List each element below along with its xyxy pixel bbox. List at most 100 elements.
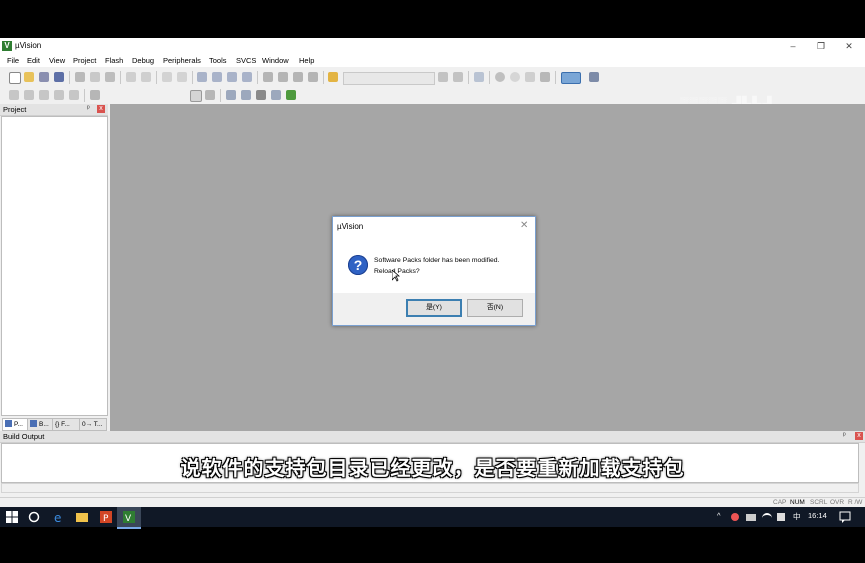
- nav-forward-icon[interactable]: [177, 72, 187, 82]
- menu-svcs[interactable]: SVCS: [236, 56, 256, 65]
- question-icon: ?: [348, 255, 368, 275]
- project-panel: Project ᵖ x P... B... {} F... 0→ T...: [0, 104, 108, 431]
- unindent-icon[interactable]: [278, 72, 288, 82]
- restore-button[interactable]: ❐: [808, 39, 834, 53]
- save-all-icon[interactable]: [54, 72, 64, 82]
- manage-run-time-icon[interactable]: [241, 90, 251, 100]
- batch-build-icon[interactable]: [54, 90, 64, 100]
- bookmark-next-icon[interactable]: [227, 72, 237, 82]
- dialog-close-button[interactable]: ✕: [520, 220, 528, 231]
- action-center-icon[interactable]: [838, 510, 852, 524]
- project-tab-icon: [5, 420, 12, 427]
- tray-app-icon[interactable]: [731, 513, 739, 521]
- build-output-title: Build Output: [3, 432, 45, 441]
- file-explorer-icon[interactable]: [75, 510, 89, 524]
- breakpoint-icon[interactable]: [495, 72, 505, 82]
- redo-icon[interactable]: [141, 72, 151, 82]
- copy-icon[interactable]: [90, 72, 100, 82]
- bookmark-icon[interactable]: [197, 72, 207, 82]
- powerpoint-icon[interactable]: P: [99, 510, 113, 524]
- minimize-button[interactable]: –: [780, 39, 806, 53]
- cortana-search-icon[interactable]: [27, 510, 41, 524]
- menu-window[interactable]: Window: [262, 56, 289, 65]
- toolbar-separator: [69, 71, 70, 84]
- comment-icon[interactable]: [293, 72, 303, 82]
- tab-functions[interactable]: {} F...: [52, 418, 80, 431]
- toolbar-separator: [468, 71, 469, 84]
- edge-browser-icon[interactable]: e: [52, 510, 66, 524]
- breakpoint-kill-icon[interactable]: [540, 72, 550, 82]
- menu-peripherals[interactable]: Peripherals: [163, 56, 201, 65]
- menu-file[interactable]: File: [7, 56, 19, 65]
- uncomment-icon[interactable]: [308, 72, 318, 82]
- find-icon[interactable]: [438, 72, 448, 82]
- video-subtitle: 说软件的支持包目录已经更改，是否要重新加载支持包: [180, 456, 685, 480]
- cut-icon[interactable]: [75, 72, 85, 82]
- status-cap: CAP: [773, 499, 787, 506]
- horizontal-scrollbar[interactable]: [1, 483, 859, 493]
- translate-icon[interactable]: [9, 90, 19, 100]
- battery-icon[interactable]: [746, 514, 756, 521]
- project-panel-close-button[interactable]: x: [97, 105, 105, 113]
- build-icon[interactable]: [24, 90, 34, 100]
- menu-bar: File Edit View Project Flash Debug Perip…: [0, 54, 865, 67]
- taskbar-uvision-active[interactable]: V: [117, 507, 141, 529]
- stop-build-icon[interactable]: [69, 90, 79, 100]
- tray-overflow-icon[interactable]: ^: [717, 511, 721, 520]
- paste-icon[interactable]: [105, 72, 115, 82]
- dialog-content: µVision ✕ ? Software Packs folder has be…: [333, 217, 535, 293]
- breakpoint-enable-icon[interactable]: [510, 72, 520, 82]
- status-scrl: SCRL: [810, 499, 828, 506]
- open-folder-icon[interactable]: [24, 72, 34, 82]
- project-tree[interactable]: [1, 116, 108, 416]
- wifi-icon[interactable]: [762, 513, 772, 523]
- tab-templates[interactable]: 0→ T...: [79, 418, 107, 431]
- pack-installer-green-icon[interactable]: [286, 90, 296, 100]
- pin-icon[interactable]: ᵖ: [843, 432, 846, 439]
- windows-start-icon[interactable]: [5, 510, 19, 524]
- undo-icon[interactable]: [126, 72, 136, 82]
- build-output-close-button[interactable]: x: [855, 432, 863, 440]
- no-button[interactable]: 否(N): [467, 299, 523, 317]
- find-combo[interactable]: [343, 72, 435, 85]
- target-options-icon[interactable]: [205, 90, 215, 100]
- configure-tools-icon[interactable]: [589, 72, 599, 82]
- target-select-combo[interactable]: [190, 90, 202, 102]
- menu-flash[interactable]: Flash: [105, 56, 123, 65]
- save-icon[interactable]: [39, 72, 49, 82]
- status-ovr: OVR: [830, 499, 845, 506]
- menu-view[interactable]: View: [49, 56, 65, 65]
- new-file-icon[interactable]: [9, 72, 21, 84]
- bookmark-prev-icon[interactable]: [212, 72, 222, 82]
- menu-project[interactable]: Project: [73, 56, 96, 65]
- find-in-files-icon[interactable]: [328, 72, 338, 82]
- taskbar-clock[interactable]: 16:14: [808, 511, 827, 520]
- tab-books[interactable]: B...: [27, 418, 53, 431]
- menu-debug[interactable]: Debug: [132, 56, 154, 65]
- menu-tools[interactable]: Tools: [209, 56, 227, 65]
- yes-button[interactable]: 是(Y): [406, 299, 462, 317]
- close-button[interactable]: ✕: [836, 39, 862, 53]
- download-icon[interactable]: [90, 90, 100, 100]
- toolbar-separator: [220, 89, 221, 102]
- window-layout-icon[interactable]: [561, 72, 581, 84]
- pack-installer-icon[interactable]: [271, 90, 281, 100]
- indent-icon[interactable]: [263, 72, 273, 82]
- select-packs-icon[interactable]: [256, 90, 266, 100]
- bookmark-clear-icon[interactable]: [242, 72, 252, 82]
- breakpoint-disable-icon[interactable]: [525, 72, 535, 82]
- books-tab-icon: [30, 420, 37, 427]
- pin-icon[interactable]: ᵖ: [87, 105, 90, 112]
- file-extensions-icon[interactable]: [226, 90, 236, 100]
- status-num: NUM: [790, 499, 805, 506]
- nav-back-icon[interactable]: [162, 72, 172, 82]
- incremental-find-icon[interactable]: [453, 72, 463, 82]
- ime-indicator[interactable]: 中: [793, 511, 801, 522]
- svg-text:P: P: [103, 514, 109, 524]
- rebuild-icon[interactable]: [39, 90, 49, 100]
- tab-project[interactable]: P...: [2, 418, 28, 431]
- volume-icon[interactable]: [777, 513, 785, 521]
- menu-edit[interactable]: Edit: [27, 56, 40, 65]
- menu-help[interactable]: Help: [299, 56, 314, 65]
- debug-session-icon[interactable]: [474, 72, 484, 82]
